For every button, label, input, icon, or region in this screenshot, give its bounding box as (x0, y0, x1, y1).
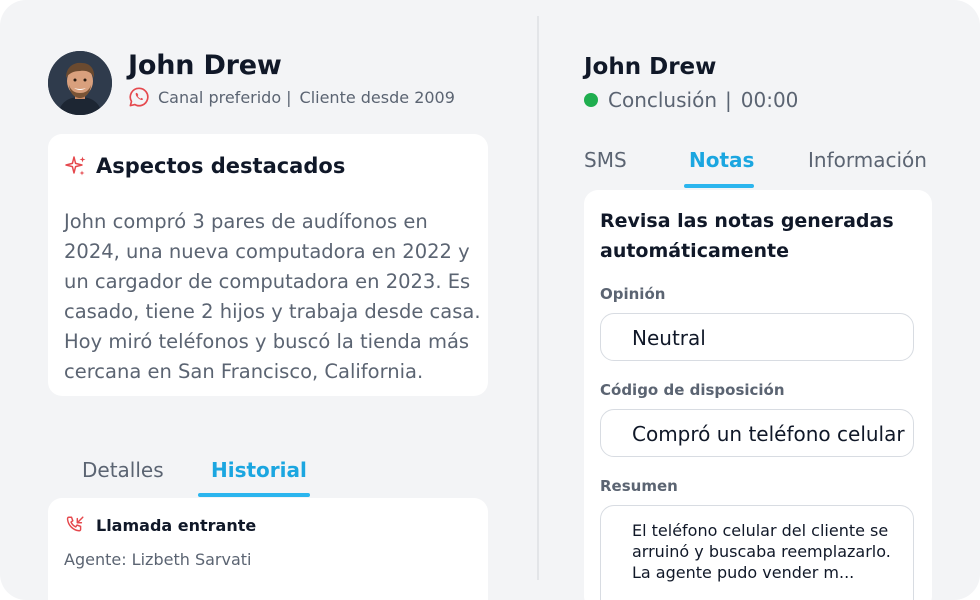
preferred-channel-label: Canal preferido (158, 87, 282, 107)
meta-separator: | (286, 87, 292, 107)
history-entry-title: Llamada entrante (96, 515, 257, 535)
highlights-text: John compró 3 pares de audífonos en 2024… (64, 210, 481, 383)
right-active-tab-indicator (684, 184, 754, 188)
incoming-call-icon (66, 516, 84, 532)
whatsapp-icon[interactable] (128, 86, 150, 108)
notes-card: Revisa las notas generadas automáticamen… (584, 190, 932, 600)
column-divider (537, 16, 539, 580)
call-status-label: Conclusión (608, 88, 717, 112)
summary-field[interactable]: El teléfono celular del cliente se arrui… (600, 505, 914, 600)
person-avatar-icon (48, 51, 112, 115)
left-tab-bar: Detalles Historial (60, 456, 330, 497)
tab-historial[interactable]: Historial (211, 458, 307, 482)
history-card[interactable]: Llamada entrante Agente: Lizbeth Sarvati (48, 498, 488, 600)
tab-detalles[interactable]: Detalles (82, 458, 164, 482)
customer-meta: Canal preferido | Cliente desde 2009 (128, 86, 455, 108)
sparkle-icon (65, 156, 86, 176)
tab-sms[interactable]: SMS (584, 148, 627, 172)
tab-notas[interactable]: Notas (689, 148, 754, 172)
call-status: Conclusión | 00:00 (584, 88, 798, 112)
highlights-card: Aspectos destacados John compró 3 pares … (48, 134, 488, 396)
agent-workspace: John Drew Canal preferido | Cliente desd… (0, 0, 980, 600)
notes-title: Revisa las notas generadas automáticamen… (600, 210, 894, 262)
summary-value: El teléfono celular del cliente se arrui… (632, 521, 891, 582)
active-tab-indicator (198, 493, 310, 497)
disposition-field[interactable]: Compró un teléfono celular (600, 409, 914, 457)
customer-since: Cliente desde 2009 (299, 87, 455, 107)
status-separator: | (725, 88, 732, 112)
status-dot (584, 93, 598, 107)
avatar (48, 51, 112, 115)
opinion-value: Neutral (632, 326, 706, 350)
call-timer: 00:00 (740, 88, 799, 112)
opinion-label: Opinión (600, 285, 666, 303)
tab-informacion[interactable]: Información (808, 148, 927, 172)
highlights-title: Aspectos destacados (96, 154, 346, 178)
highlights-header: Aspectos destacados (64, 154, 345, 178)
opinion-field[interactable]: Neutral (600, 313, 914, 361)
disposition-value: Compró un teléfono celular (632, 422, 905, 446)
summary-label: Resumen (600, 477, 678, 495)
history-entry-agent: Agente: Lizbeth Sarvati (64, 550, 252, 569)
call-customer-name: John Drew (584, 54, 717, 80)
disposition-label: Código de disposición (600, 381, 785, 399)
customer-name: John Drew (128, 50, 282, 81)
history-entry-header: Llamada entrante (64, 514, 256, 536)
